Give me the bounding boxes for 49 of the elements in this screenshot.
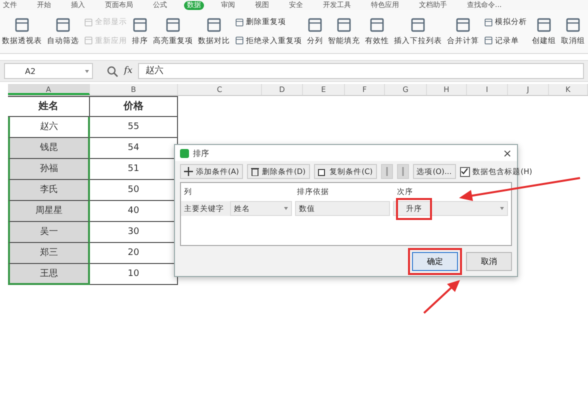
caret-icon	[284, 207, 288, 210]
table-cell: 55	[90, 117, 178, 138]
tool-icon	[55, 17, 71, 33]
tool-icon	[132, 17, 148, 33]
table-cell: 王思	[8, 264, 90, 285]
fx-label: fx	[124, 66, 132, 76]
annotation-box	[408, 248, 462, 275]
annotation-box	[396, 198, 432, 220]
search-icon[interactable]	[107, 66, 118, 76]
close-button[interactable]: ×	[502, 146, 512, 160]
table-cell: 钱昆	[8, 138, 90, 159]
bar-icon	[384, 167, 390, 176]
tool-icon	[307, 17, 323, 33]
table-cell: 李氏	[8, 180, 90, 201]
table-cell: 吴一	[8, 222, 90, 243]
tool-icon	[536, 17, 552, 33]
trash-icon	[250, 167, 259, 176]
bar-icon	[400, 167, 406, 176]
copy-icon	[318, 167, 327, 176]
name-box[interactable]: A2	[4, 63, 93, 79]
table-cell: 孙福	[8, 159, 90, 180]
dialog-title: 排序	[193, 148, 210, 158]
dialog-button[interactable]: 确定	[412, 252, 458, 271]
tool-icon	[369, 17, 385, 33]
formula-field[interactable]: 赵六	[138, 63, 584, 79]
tool-icon	[336, 17, 352, 33]
dialog-button[interactable]: 取消	[466, 252, 512, 271]
app-icon	[180, 148, 189, 158]
checkbox[interactable]	[460, 166, 470, 176]
tool-icon	[84, 18, 93, 27]
tool-icon	[84, 36, 93, 46]
plus-icon	[184, 167, 193, 176]
table-cell: 价格	[90, 96, 178, 117]
tool-icon	[455, 17, 471, 33]
caret-icon	[500, 207, 504, 210]
annotation-arrow	[422, 279, 462, 315]
tool-icon	[484, 18, 493, 27]
tool-icon	[410, 17, 426, 33]
tool-icon	[235, 36, 244, 46]
tool-icon	[484, 36, 493, 46]
tool-icon	[14, 17, 30, 33]
tool-icon	[565, 17, 581, 33]
tool-icon	[206, 17, 222, 33]
table-cell: 赵六	[8, 117, 90, 138]
table-cell: 郑三	[8, 243, 90, 264]
table-cell: 周星星	[8, 201, 90, 222]
tool-icon	[235, 18, 244, 27]
caret-icon	[85, 70, 89, 72]
tool-icon	[165, 17, 181, 33]
